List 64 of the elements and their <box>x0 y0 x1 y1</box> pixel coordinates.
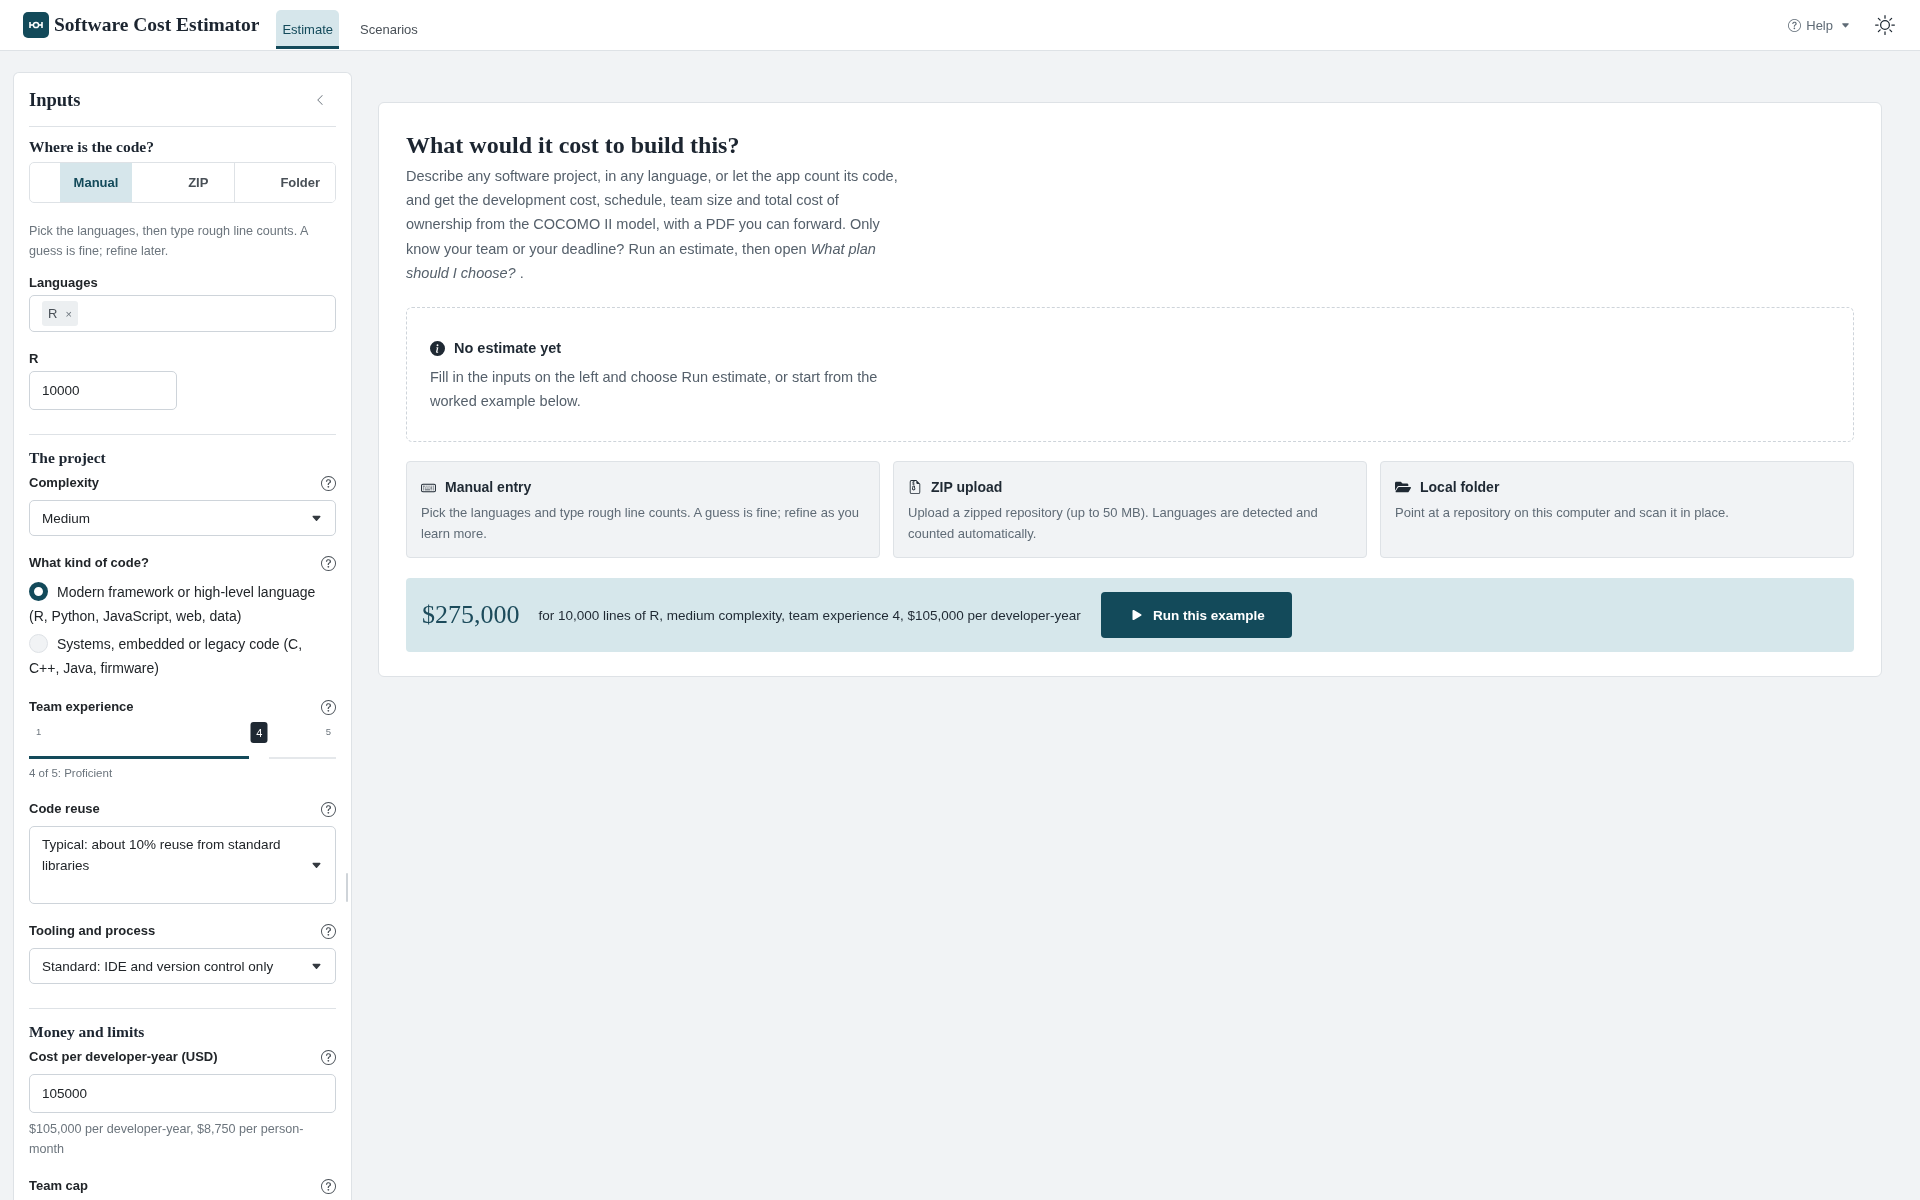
field-label: Complexity <box>29 474 100 492</box>
field-label: Team experience <box>29 698 134 716</box>
notice-text: Fill in the inputs on the left and choose Run estimate, or start from the worked example below. <box>430 368 879 412</box>
segment-button[interactable]: Manual <box>60 163 132 202</box>
section-heading: Money and limits <box>29 1022 146 1042</box>
logo-icon <box>23 12 49 38</box>
hint-text: Pick the languages, then type rough line counts. A guess is fine; refine later. <box>29 223 309 260</box>
nav-tab[interactable]: Estimate <box>276 10 339 49</box>
languages-field[interactable]: R × <box>29 295 336 332</box>
help-icon[interactable] <box>321 923 336 939</box>
field-label: Code reuse <box>29 800 100 818</box>
field-label: R <box>29 350 39 368</box>
select-field[interactable]: Typical: about 10% reuse from standard libraries <box>29 826 336 904</box>
notice-title: No estimate yet <box>454 339 562 358</box>
field-label: Cost per developer-year (USD) <box>29 1048 218 1066</box>
slider-min-label: 1 <box>36 725 42 739</box>
help-icon[interactable] <box>321 555 336 571</box>
radio-button[interactable] <box>29 582 48 601</box>
entry-card-text: Upload a zipped repository (up to 50 MB). Languages are detected and counted automatically. <box>908 504 1319 544</box>
radio-option[interactable]: Systems, embedded or legacy code (C, C++, Java, firmware) <box>29 632 336 680</box>
intro-text: Describe any software project, in any language, or let the app count its code, and get the development cost, schedule, team size and total cost of ownership from the COCOMO II model, with a PDF you can forward. Only know your team or your deadline? Run an estimate, then open What plan should I choose? . <box>406 167 899 283</box>
slider-value: 4 <box>250 722 268 743</box>
help-icon <box>1788 18 1802 32</box>
app-title: Software Cost Estimator <box>54 14 260 36</box>
help-icon[interactable] <box>321 801 336 817</box>
help-icon[interactable] <box>321 1049 336 1065</box>
section-heading: Where is the code? <box>29 137 155 157</box>
field-label: Languages <box>29 274 98 292</box>
entry-card-title: Local folder <box>1420 478 1500 498</box>
zip-file-icon <box>908 480 922 495</box>
help-icon[interactable] <box>321 1178 336 1194</box>
example-amount: $275,000 <box>422 600 520 631</box>
entry-card-title: Manual entry <box>445 478 532 498</box>
help-icon[interactable] <box>321 699 336 715</box>
segment-button[interactable]: Folder <box>233 163 335 202</box>
radio-option[interactable]: Modern framework or high-level language (R, Python, JavaScript, web, data) <box>29 580 336 628</box>
sun-icon[interactable] <box>1875 15 1895 35</box>
field-label: Team cap <box>29 1177 88 1195</box>
number-input[interactable]: 105000 <box>29 1074 336 1113</box>
slider-caption: 4 of 5: Proficient <box>29 766 114 781</box>
entry-card-text: Pick the languages and type rough line counts. A guess is fine; refine as you learn more. <box>421 504 860 544</box>
help-icon[interactable] <box>321 475 336 491</box>
caret-icon <box>1841 20 1850 30</box>
example-text: for 10,000 lines of R, medium complexity, team experience 4, $105,000 per developer-year <box>538 607 1081 623</box>
slider-max-label: 5 <box>325 725 331 739</box>
select-field[interactable]: Medium <box>29 500 336 536</box>
chip-label: R <box>48 306 58 321</box>
scrollbar-thumb[interactable] <box>346 873 348 902</box>
section-heading: The project <box>29 448 107 468</box>
field-label: What kind of code? <box>29 554 149 572</box>
sidebar-title: Inputs <box>29 89 81 112</box>
info-icon <box>430 340 445 356</box>
page-heading: What would it cost to build this? <box>406 131 741 160</box>
field-label: Tooling and process <box>29 922 156 940</box>
entry-card-text: Point at a repository on this computer and scan it in place. <box>1395 504 1730 523</box>
hint-text: $105,000 per developer-year, $8,750 per person-month <box>29 1121 305 1158</box>
nav-tab[interactable]: Scenarios <box>354 10 424 49</box>
entry-card-title: ZIP upload <box>931 478 1003 498</box>
chip-remove-button[interactable]: × <box>65 307 72 320</box>
number-input[interactable]: 10000 <box>29 371 177 410</box>
help-menu-button[interactable]: Help <box>1788 17 1850 33</box>
slider-track[interactable] <box>29 756 336 759</box>
select-field[interactable]: Standard: IDE and version control only <box>29 948 336 984</box>
run-example-button[interactable]: Run this example <box>1100 592 1292 639</box>
